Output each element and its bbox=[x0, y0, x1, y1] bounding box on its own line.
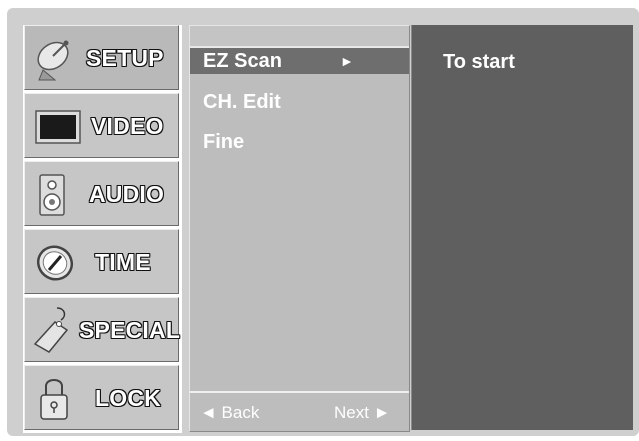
hint-text: To start bbox=[443, 51, 515, 73]
category-label: AUDIO bbox=[89, 181, 165, 207]
tv-screen-icon bbox=[35, 110, 81, 144]
submenu-panel: To start bbox=[411, 25, 633, 430]
category-label: SETUP bbox=[86, 45, 164, 71]
back-button[interactable]: ◄ Back bbox=[200, 403, 259, 423]
menu-item-ch-edit[interactable]: CH. Edit bbox=[190, 89, 409, 115]
category-label: SPECIAL bbox=[79, 317, 181, 343]
category-label: LOCK bbox=[95, 385, 161, 411]
menu-item-ez-scan[interactable]: EZ Scan ► bbox=[190, 47, 409, 74]
category-special[interactable]: SPECIAL bbox=[24, 297, 181, 362]
clock-icon bbox=[36, 245, 74, 281]
menu-item-label: Fine bbox=[203, 131, 245, 153]
category-time[interactable]: TIME bbox=[24, 229, 179, 294]
right-arrow-icon: ► bbox=[340, 53, 354, 69]
category-audio[interactable]: AUDIO bbox=[24, 161, 179, 226]
category-label: TIME bbox=[95, 249, 151, 275]
menu-item-label: CH. Edit bbox=[203, 91, 281, 113]
tag-icon bbox=[33, 307, 69, 353]
menu-top-strip bbox=[190, 26, 409, 47]
category-column: SETUP VIDEO AUDIO TIME SPECIAL LOCK bbox=[23, 25, 182, 433]
menu-item-fine[interactable]: Fine bbox=[190, 129, 409, 155]
speaker-icon bbox=[39, 174, 65, 216]
category-setup[interactable]: SETUP bbox=[24, 25, 179, 90]
menu-item-label: EZ Scan bbox=[203, 50, 282, 72]
category-label: VIDEO bbox=[91, 113, 164, 139]
menu-column: EZ Scan ► CH. Edit Fine ◄ Back Next ► bbox=[189, 25, 410, 432]
satellite-dish-icon bbox=[37, 40, 69, 81]
padlock-icon bbox=[40, 379, 68, 420]
category-video[interactable]: VIDEO bbox=[24, 93, 179, 158]
menu-footer: ◄ Back Next ► bbox=[190, 391, 409, 433]
next-button[interactable]: Next ► bbox=[334, 403, 391, 423]
category-lock[interactable]: LOCK bbox=[24, 365, 179, 430]
